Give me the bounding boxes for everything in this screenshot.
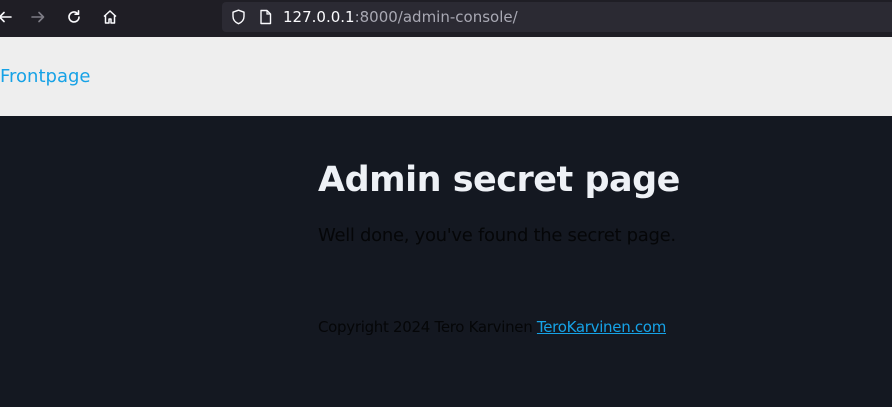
terokarvinen-link[interactable]: TeroKarvinen.com [537, 318, 666, 336]
forward-arrow-icon[interactable] [27, 6, 49, 28]
page-title: Admin secret page [318, 160, 680, 200]
page-icon [259, 9, 272, 29]
shield-icon[interactable] [231, 9, 246, 29]
url-path: :8000/admin-console/ [354, 8, 518, 26]
reload-icon[interactable] [63, 6, 85, 28]
lead-text: Well done, you've found the secret page. [318, 225, 676, 246]
site-nav: Frontpage [0, 37, 892, 116]
frontpage-link[interactable]: Frontpage [0, 66, 90, 88]
footer: Copyright 2024 Tero Karvinen TeroKarvine… [318, 318, 666, 336]
home-icon[interactable] [99, 6, 121, 28]
url-host: 127.0.0.1 [283, 8, 355, 26]
browser-toolbar: 127.0.0.1:8000/admin-console/ [0, 0, 892, 37]
back-arrow-icon[interactable] [0, 6, 16, 28]
url-text[interactable]: 127.0.0.1:8000/admin-console/ [283, 8, 518, 26]
url-bar[interactable]: 127.0.0.1:8000/admin-console/ [222, 2, 892, 32]
copyright-text: Copyright 2024 Tero Karvinen [318, 318, 537, 336]
